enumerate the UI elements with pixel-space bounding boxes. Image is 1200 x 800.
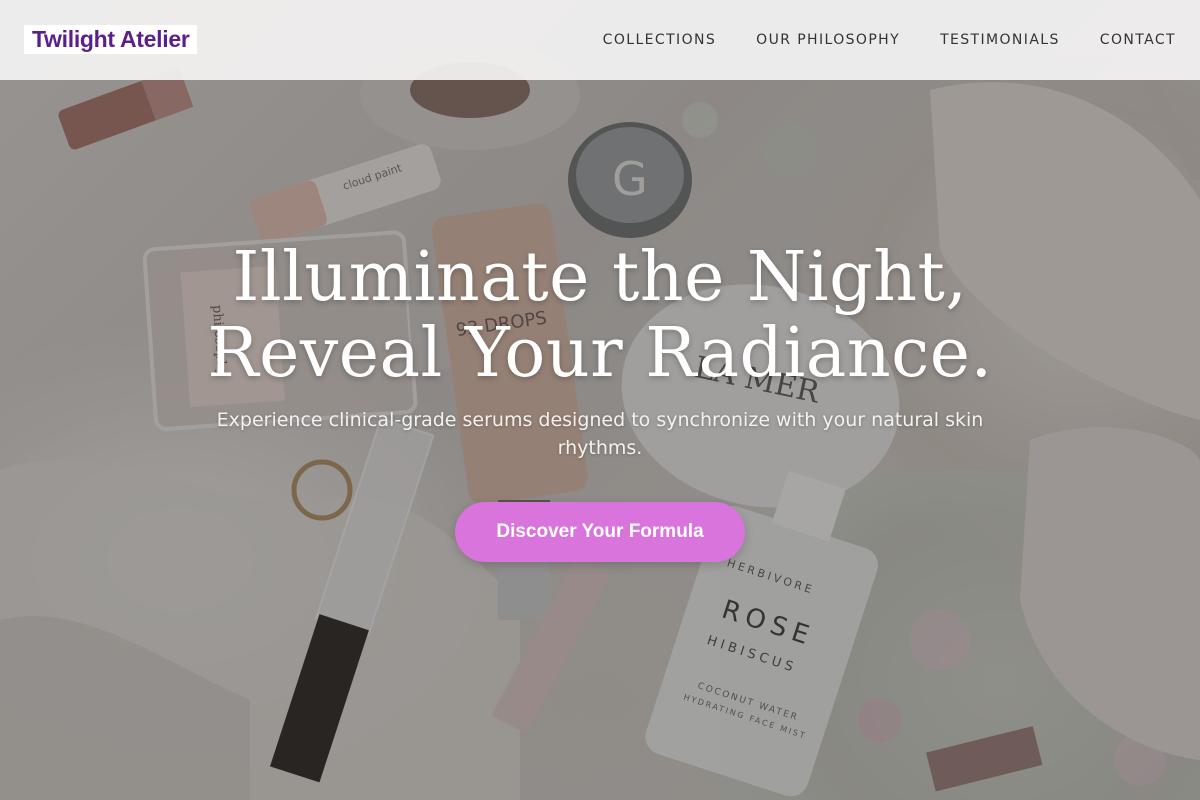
nav-link-contact[interactable]: CONTACT [1100, 32, 1176, 48]
nav-link-our-philosophy[interactable]: OUR PHILOSOPHY [756, 32, 900, 48]
brand-logo[interactable]: Twilight Atelier [24, 25, 198, 54]
nav-link-testimonials[interactable]: TESTIMONIALS [940, 32, 1060, 48]
landing-page: cloud paint G philosophy 93 DROPS LA MER… [0, 0, 1200, 800]
hero-title-line-1: Illuminate the Night, [232, 238, 968, 317]
main-nav: COLLECTIONS OUR PHILOSOPHY TESTIMONIALS … [603, 0, 1176, 80]
hero-section: Illuminate the Night, Reveal Your Radian… [0, 80, 1200, 800]
site-header: Twilight Atelier COLLECTIONS OUR PHILOSO… [0, 0, 1200, 80]
hero-title: Illuminate the Night, Reveal Your Radian… [100, 240, 1100, 392]
nav-link-collections[interactable]: COLLECTIONS [603, 32, 716, 48]
hero-title-line-2: Reveal Your Radiance. [207, 314, 993, 393]
hero-subtitle: Experience clinical-grade serums designe… [216, 409, 984, 459]
discover-formula-button[interactable]: Discover Your Formula [455, 502, 745, 562]
